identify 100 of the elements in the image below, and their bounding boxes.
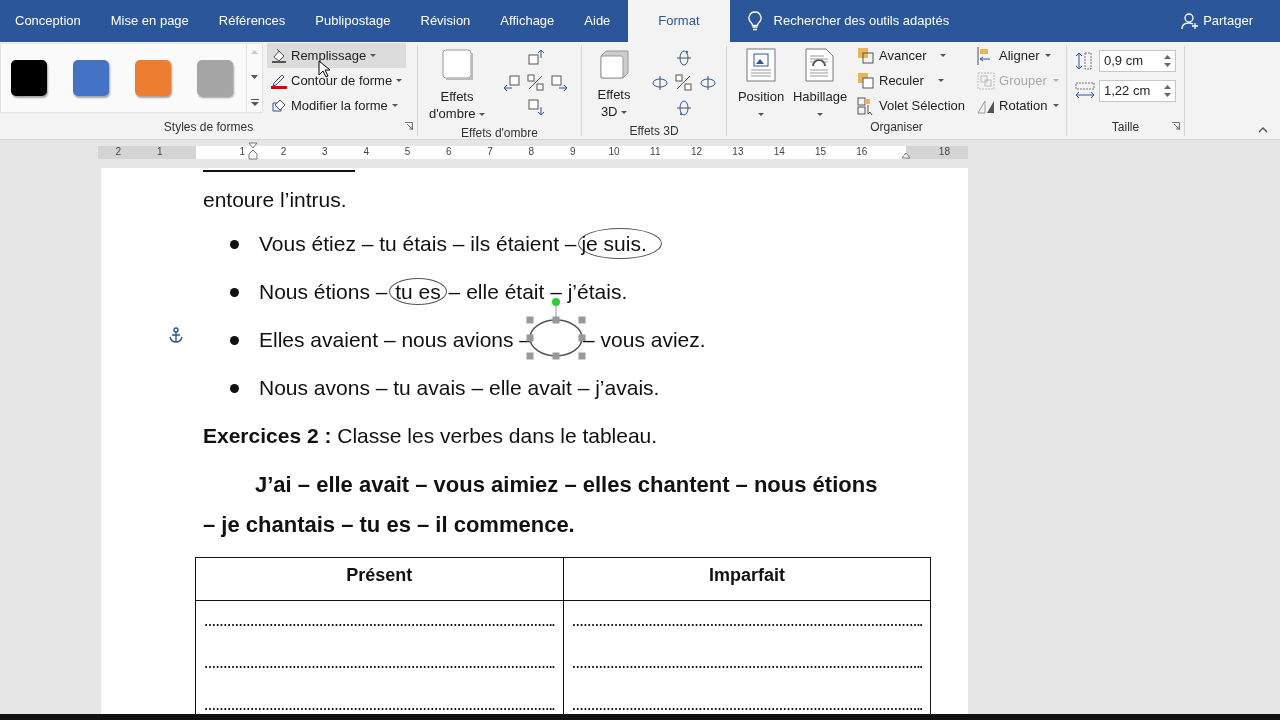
nudge-right-icon[interactable] — [551, 73, 569, 92]
bullet-text: Nous étions – tu es – elle était – j’étais. — [259, 277, 628, 308]
group-label: Taille — [1111, 119, 1140, 136]
right-indent-icon[interactable] — [901, 152, 911, 159]
lightbulb-icon[interactable] — [747, 11, 762, 31]
ribbon-tab[interactable]: Affichage — [485, 0, 570, 42]
ribbon-tab[interactable]: Aide — [569, 0, 626, 42]
ruler-number: 15 — [814, 145, 827, 158]
column-header: Imparfait — [563, 557, 931, 601]
ribbon-button[interactable]: Remplissage — [267, 43, 407, 68]
dialog-launcher-icon[interactable] — [1172, 122, 1180, 130]
ribbon-button[interactable]: Effets d'ombre — [424, 46, 490, 124]
paint-bucket-icon — [271, 47, 287, 64]
paragraph-text: Exercices 2 : Classe les verbes dans le tableau. — [203, 423, 659, 449]
ruler-number: 9 — [569, 145, 576, 158]
bullet-icon — [230, 335, 239, 345]
width-field[interactable]: 1,22 cm — [1099, 80, 1176, 102]
ribbon-button[interactable]: Effets 3D — [590, 46, 638, 122]
ribbon-tab[interactable]: Format — [628, 0, 730, 42]
ruler-number: 14 — [773, 145, 785, 158]
tilt-up-icon[interactable] — [675, 48, 693, 67]
ribbon-button[interactable]: Position — [733, 46, 789, 118]
group-label: Styles de formes — [163, 119, 254, 136]
group-icon — [977, 71, 995, 90]
more-styles-icon[interactable] — [250, 99, 259, 106]
bring-forward-icon — [857, 46, 875, 65]
add-person-icon — [1181, 12, 1200, 30]
ruler-number: 11 — [650, 145, 661, 158]
nudge-down-icon[interactable] — [527, 98, 545, 117]
indent-marker-icon[interactable] — [248, 142, 258, 160]
spinner-icon[interactable] — [1164, 54, 1171, 68]
pen-outline-icon — [271, 72, 287, 89]
ribbon-button[interactable]: Habillage — [789, 46, 851, 118]
tilt-down-icon[interactable] — [675, 98, 693, 117]
ribbon-tab[interactable]: Références — [203, 0, 301, 42]
bullet-text: Nous avons – tu avais – elle avait – j’avais. — [259, 375, 660, 402]
dialog-launcher-icon[interactable] — [405, 122, 413, 130]
position-layout-icon — [746, 48, 776, 82]
tilt-left-icon[interactable] — [651, 73, 669, 92]
caret-icon — [391, 104, 398, 107]
bullet-icon — [230, 287, 239, 297]
caret-icon — [758, 113, 764, 116]
ruler-number: 8 — [528, 145, 535, 158]
height-field[interactable]: 0,9 cm — [1099, 50, 1176, 72]
ribbon-tab[interactable]: Mise en page — [95, 0, 204, 42]
bullet-text: – vous aviez. — [583, 327, 706, 354]
fill-in-line: ……………………………………………………………………………….. — [195, 642, 564, 685]
share-button[interactable]: Partager — [1203, 11, 1253, 31]
style-swatch[interactable] — [197, 60, 233, 96]
group-label: Effets 3D — [629, 123, 679, 140]
paragraph-text: J’ai – elle avait – vous aimiez – elles chantent – nous étions – je chantais – tu es – il commence. — [203, 471, 879, 539]
ruler-number: 18 — [938, 145, 950, 158]
collapse-ribbon-icon[interactable] — [1258, 127, 1268, 133]
shape-height-icon — [1075, 52, 1095, 70]
caret-icon — [370, 54, 377, 57]
ruler-number: 13 — [732, 145, 744, 158]
style-swatch[interactable] — [73, 60, 109, 96]
anchor-icon[interactable] — [169, 327, 183, 343]
fill-in-line: ……………………………………………………………………………….. — [195, 600, 564, 643]
style-swatch[interactable] — [135, 60, 171, 96]
ribbon-tab[interactable]: Conception — [0, 0, 96, 42]
send-backward-icon — [857, 71, 875, 90]
selection-pane-icon — [857, 96, 875, 115]
scroll-down-icon[interactable] — [251, 74, 258, 79]
bullet-icon — [230, 239, 239, 249]
nudge-left-icon[interactable] — [503, 73, 521, 92]
nudge-up-icon[interactable] — [527, 48, 545, 67]
group-label: Effets d'ombre — [461, 125, 538, 142]
fill-in-line: ……………………………………………………………………………….. — [563, 642, 931, 685]
column-header: Présent — [195, 557, 564, 601]
ribbon-button[interactable]: Avancer — [853, 43, 969, 68]
ruler-number: 16 — [856, 145, 868, 158]
paragraph-text: entoure l’intrus. — [203, 187, 348, 213]
ribbon-button[interactable]: Modifier la forme — [267, 93, 407, 118]
ribbon-tab[interactable]: Publipostage — [300, 0, 406, 42]
ruler-number: 10 — [608, 145, 620, 158]
ruler-number: 2 — [280, 145, 287, 158]
ruler-number: 3 — [322, 145, 328, 158]
toggle-3d-icon[interactable] — [675, 73, 693, 92]
ribbon-button[interactable]: Reculer — [853, 68, 969, 93]
caret-icon — [1053, 104, 1060, 107]
ribbon-button[interactable]: Contour de forme — [267, 68, 407, 93]
ruler-number: 1 — [239, 145, 246, 158]
ribbon-tab[interactable]: Révision — [405, 0, 486, 42]
style-swatch[interactable] — [11, 60, 47, 96]
shadow-toggle-icon[interactable] — [527, 73, 545, 92]
caret-icon — [817, 113, 823, 116]
caret-icon — [1052, 79, 1059, 82]
ribbon-button[interactable]: Volet Sélection — [853, 93, 969, 118]
shadow-box-icon — [440, 48, 474, 82]
cube-icon — [598, 48, 630, 80]
ribbon-button[interactable]: Aligner — [973, 43, 1064, 68]
shape-width-icon — [1075, 82, 1095, 100]
fill-in-line: ……………………………………………………………………………….. — [563, 600, 931, 643]
tilt-right-icon[interactable] — [699, 73, 717, 92]
ruler-number: 12 — [691, 145, 703, 158]
caret-icon — [940, 54, 947, 57]
spinner-icon[interactable] — [1164, 84, 1171, 98]
search-tools-link[interactable]: Rechercher des outils adaptés — [773, 11, 950, 31]
ribbon-button[interactable]: Rotation — [973, 93, 1064, 118]
